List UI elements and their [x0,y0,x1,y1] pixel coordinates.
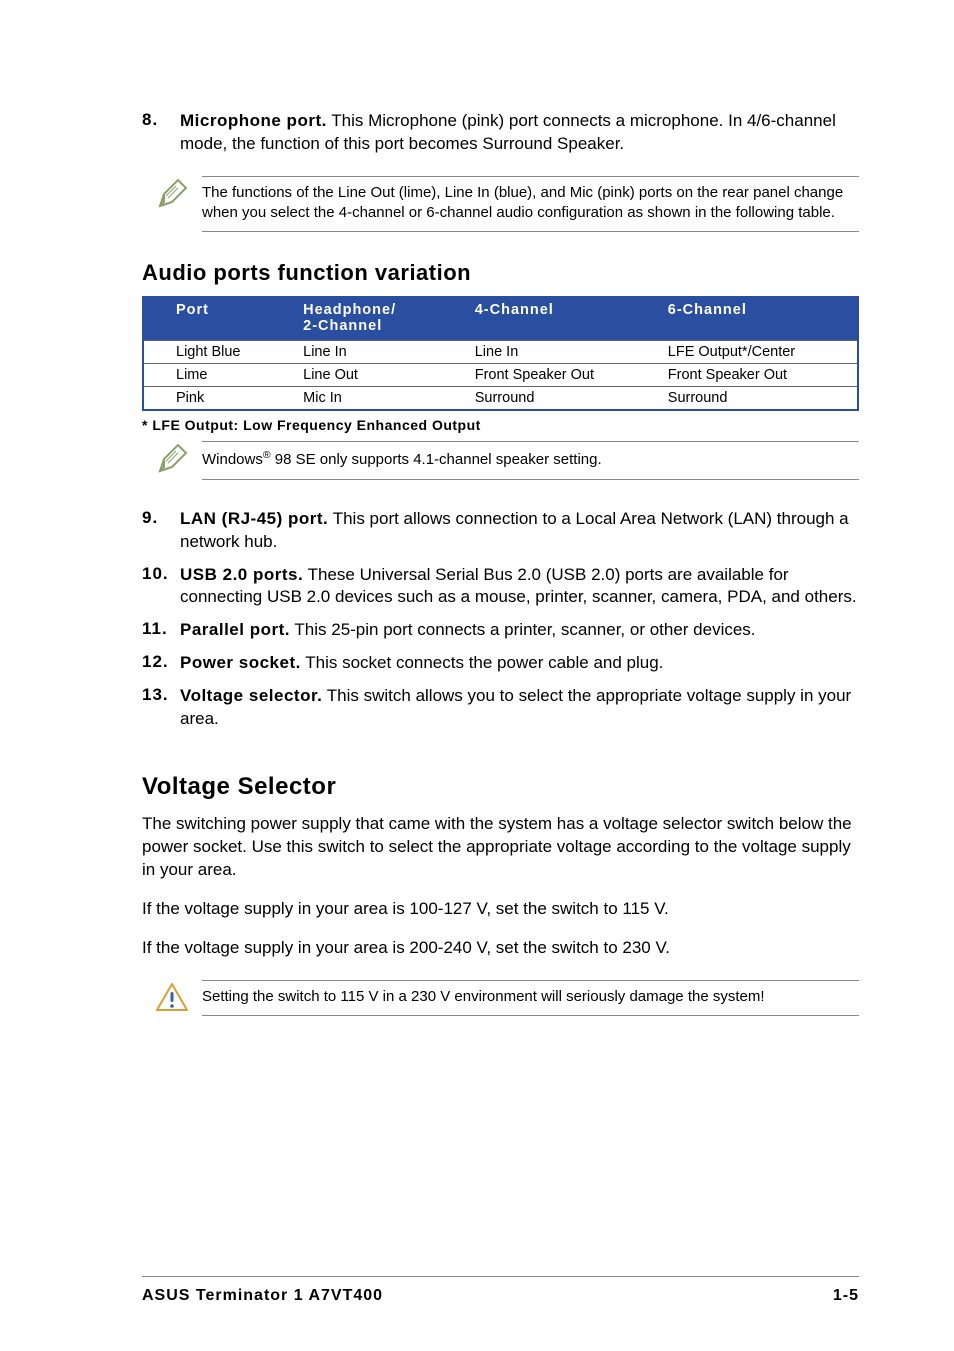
item-text: This 25-pin port connects a printer, sca… [290,620,756,639]
col-headphone-b: 2-Channel [303,318,455,334]
note-windows: Windows® 98 SE only supports 4.1-channel… [142,441,859,479]
table-row: Lime Line Out Front Speaker Out Front Sp… [143,364,858,387]
footer-page-number: 1-5 [833,1287,859,1305]
item-title: Power socket. [180,653,301,672]
item-number: 12. [142,652,169,671]
item-text: This socket connects the power cable and… [301,653,664,672]
col-4channel: 4-Channel [475,302,554,318]
page-footer: ASUS Terminator 1 A7VT400 1-5 [142,1276,859,1305]
voltage-p1: The switching power supply that came wit… [142,813,859,882]
item-title: Parallel port. [180,620,290,639]
item-title: Voltage selector. [180,686,322,705]
item-title: Microphone port. [180,111,327,130]
note-win-sup: ® [263,449,271,461]
voltage-p3: If the voltage supply in your area is 20… [142,937,859,960]
item-title: USB 2.0 ports. [180,565,303,584]
item-title: LAN (RJ-45) port. [180,509,328,528]
item-number: 10. [142,564,169,583]
note-win-pre: Windows [202,451,263,468]
item-9: 9. LAN (RJ-45) port. This port allows co… [142,508,859,554]
item-number: 11. [142,619,168,638]
item-13: 13. Voltage selector. This switch allows… [142,685,859,731]
col-6channel: 6-Channel [668,302,747,318]
col-port: Port [176,302,209,318]
warning-text: Setting the switch to 115 V in a 230 V e… [202,980,859,1016]
audio-ports-heading: Audio ports function variation [142,260,859,286]
audio-ports-table: Port Headphone/2-Channel 4-Channel 6-Cha… [142,296,859,411]
item-11: 11. Parallel port. This 25-pin port conn… [142,619,859,642]
lfe-footnote: * LFE Output: Low Frequency Enhanced Out… [142,417,859,433]
note-text: The functions of the Line Out (lime), Li… [202,176,859,233]
item-number: 8. [142,110,158,129]
col-headphone-a: Headphone/ [303,302,455,318]
note-win-post: 98 SE only supports 4.1-channel speaker … [271,451,602,468]
table-row: Pink Mic In Surround Surround [143,387,858,411]
item-8: 8. Microphone port. This Microphone (pin… [142,110,859,156]
pencil-note-icon [154,176,190,212]
voltage-selector-heading: Voltage Selector [142,773,859,801]
item-10: 10. USB 2.0 ports. These Universal Seria… [142,564,859,610]
item-number: 9. [142,508,158,527]
warning-voltage: Setting the switch to 115 V in a 230 V e… [142,980,859,1016]
footer-product: ASUS Terminator 1 A7VT400 [142,1287,383,1305]
voltage-p2: If the voltage supply in your area is 10… [142,898,859,921]
table-row: Light Blue Line In Line In LFE Output*/C… [143,341,858,364]
item-12: 12. Power socket. This socket connects t… [142,652,859,675]
warning-triangle-icon [154,980,190,1016]
pencil-note-icon [154,441,190,477]
note-line-out: The functions of the Line Out (lime), Li… [142,176,859,233]
item-number: 13. [142,685,169,704]
